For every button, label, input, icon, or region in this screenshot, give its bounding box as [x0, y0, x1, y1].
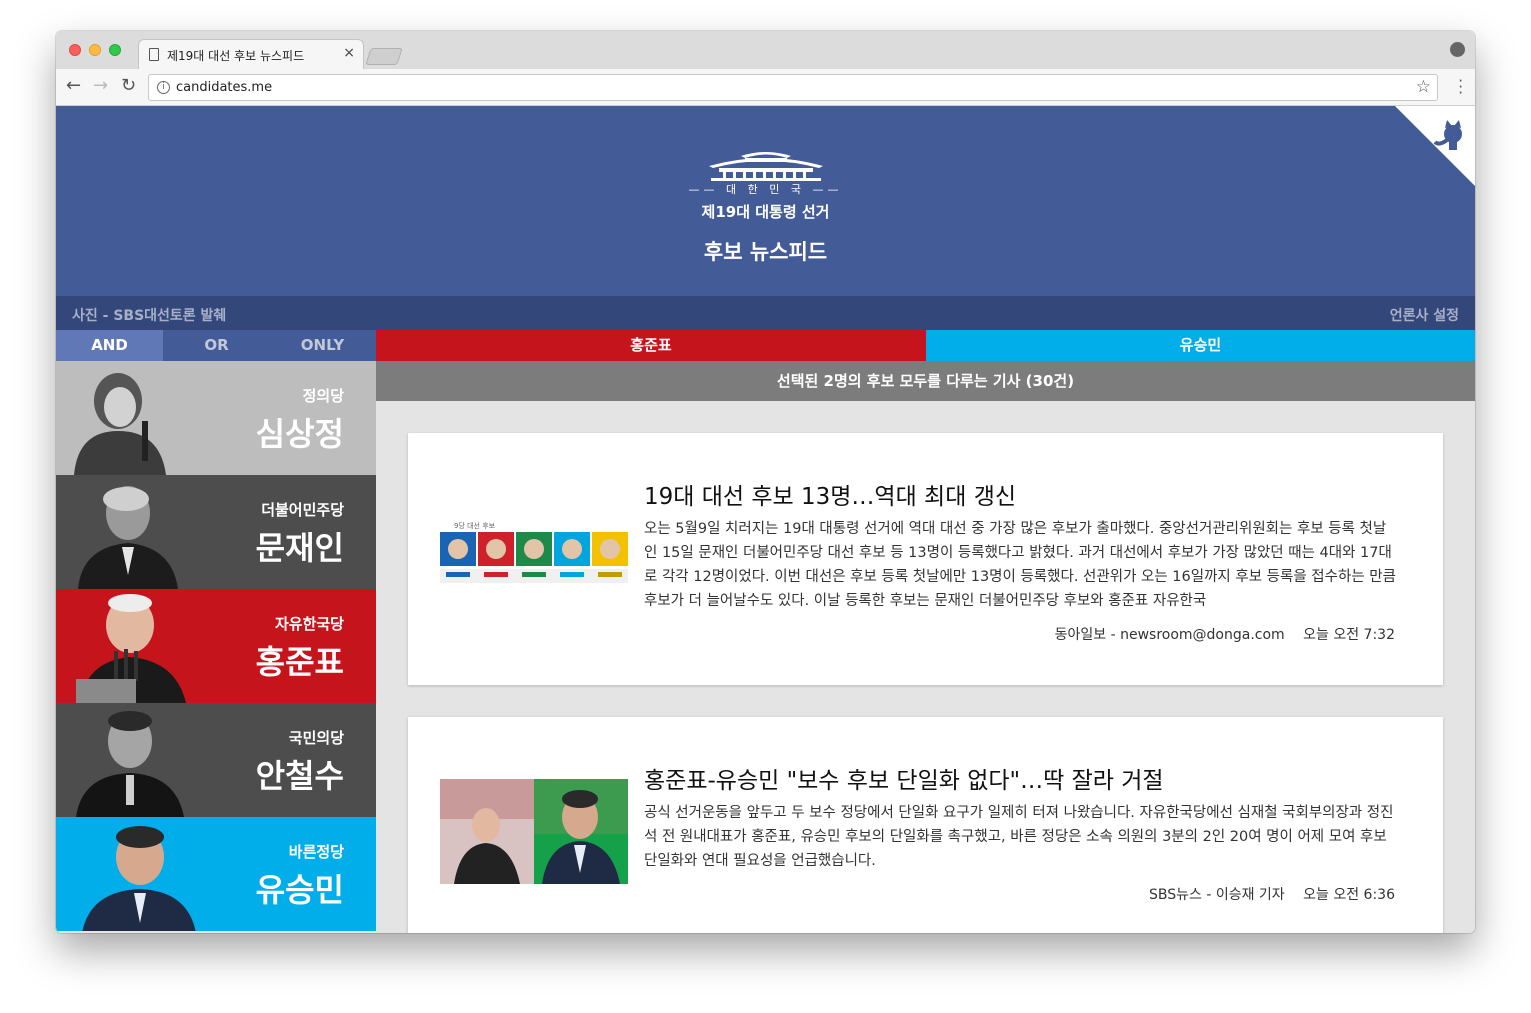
close-window-button[interactable] [69, 44, 81, 56]
sub-bar: 사진 - SBS대선토론 발췌 언론사 설정 [56, 296, 1475, 330]
page-icon [149, 48, 159, 61]
candidate-card-hong[interactable]: 자유한국당 홍준표 [56, 589, 376, 703]
rule-right: —— [804, 183, 843, 196]
candidate-name: 안철수 [255, 757, 344, 795]
article-count-bar: 선택된 2명의 후보 모두를 다루는 기사 (30건) [376, 361, 1475, 401]
blue-house-logo-icon [709, 152, 823, 181]
article-headline[interactable]: 19대 대선 후보 13명…역대 최대 갱신 [644, 477, 1395, 511]
country-text: 대 한 민 국 [726, 183, 805, 196]
rule-left: —— [688, 183, 726, 196]
article-meta: 동아일보 - newsroom@donga.com 오늘 오전 7:32 [1055, 624, 1395, 644]
article-source: SBS뉴스 - 이승재 기자 [1148, 887, 1285, 903]
article-card[interactable]: 9당 대선 후보 19대 대선 후보 13명…역대 최대 갱신 오는 5월9일 … [408, 433, 1443, 685]
candidate-card-moon[interactable]: 더불어민주당 문재인 [56, 475, 376, 589]
minimize-window-button[interactable] [89, 44, 101, 56]
article-source: 동아일보 - newsroom@donga.com [1054, 627, 1285, 643]
article-summary: 오는 5월9일 치러지는 19대 대통령 선거에 역대 대선 중 가장 많은 후… [644, 521, 1396, 609]
article-time: 오늘 오전 6:36 [1303, 887, 1395, 903]
profile-icon[interactable] [1450, 42, 1465, 57]
article-card[interactable]: 홍준표-유승민 "보수 후보 단일화 없다"…딱 잘라 거절 공식 선거운동을 … [408, 717, 1443, 933]
tab-title: 제19대 대선 후보 뉴스피드 [167, 49, 305, 63]
candidate-card-sim[interactable]: 정의당 심상정 [56, 361, 376, 475]
article-thumbnail[interactable] [440, 779, 628, 884]
candidate-name: 문재인 [255, 529, 344, 567]
tab-strip: 제19대 대선 후보 뉴스피드 × [56, 31, 1475, 69]
candidate-name: 유승민 [255, 871, 344, 909]
back-icon[interactable]: ← [66, 77, 81, 95]
mode-selector: AND OR ONLY [56, 330, 376, 361]
mode-or-button[interactable]: OR [163, 330, 270, 361]
photo-credit: 사진 - SBS대선토론 발췌 [72, 308, 227, 324]
selected-candidate-yoo[interactable]: 유승민 [926, 330, 1475, 361]
mode-and-button[interactable]: AND [56, 330, 163, 361]
article-headline[interactable]: 홍준표-유승민 "보수 후보 단일화 없다"…딱 잘라 거절 [644, 761, 1395, 795]
candidate-party: 자유한국당 [274, 615, 344, 633]
article-meta: SBS뉴스 - 이승재 기자 오늘 오전 6:36 [1149, 884, 1395, 904]
candidate-card-yoo[interactable]: 바른정당 유승민 [56, 817, 376, 931]
info-icon[interactable]: i [157, 81, 170, 94]
candidate-party: 정의당 [302, 387, 344, 405]
maximize-window-button[interactable] [109, 44, 121, 56]
page: —— 대 한 민 국 —— 제19대 대통령 선거 후보 뉴스피드 사진 - S… [56, 106, 1475, 933]
forward-icon[interactable]: → [93, 77, 108, 95]
github-corner-icon[interactable] [1395, 106, 1475, 186]
election-title: 제19대 대통령 선거 [701, 203, 830, 221]
candidate-card-ahn[interactable]: 국민의당 안철수 [56, 703, 376, 817]
candidate-party: 바른정당 [288, 843, 344, 861]
candidate-party: 국민의당 [288, 729, 344, 747]
article-thumbnail[interactable]: 9당 대선 후보 [440, 519, 628, 599]
press-settings-link[interactable]: 언론사 설정 [1390, 305, 1459, 325]
article-summary: 공식 선거운동을 앞두고 두 보수 정당에서 단일화 요구가 일제히 터져 나왔… [644, 805, 1394, 869]
reload-icon[interactable]: ↻ [121, 77, 136, 95]
candidate-name: 홍준표 [255, 643, 344, 681]
address-bar[interactable]: i candidates.me ☆ [148, 74, 1438, 101]
tab-close-icon[interactable]: × [343, 45, 355, 61]
new-tab-button[interactable] [365, 48, 403, 65]
browser-window: 제19대 대선 후보 뉴스피드 × ← → ↻ i candidates.me … [56, 31, 1475, 933]
bookmark-star-icon[interactable]: ☆ [1416, 77, 1431, 97]
browser-menu-icon[interactable]: · · · [1458, 74, 1463, 101]
url-text[interactable]: candidates.me [176, 80, 272, 95]
candidate-list: 정의당 심상정 더불어민주당 문재인 자유한국당 홍준표 국민의당 안철수 바른… [56, 361, 376, 933]
selected-candidate-hong[interactable]: 홍준표 [376, 330, 926, 361]
mode-only-button[interactable]: ONLY [269, 330, 376, 361]
article-time: 오늘 오전 7:32 [1303, 627, 1395, 643]
thumbnail-caption: 9당 대선 후보 [454, 521, 496, 530]
candidate-party: 더불어민주당 [261, 501, 344, 519]
browser-toolbar: ← → ↻ i candidates.me ☆ · · · [56, 69, 1475, 106]
page-title: 후보 뉴스피드 [703, 240, 828, 264]
site-header: —— 대 한 민 국 —— 제19대 대통령 선거 후보 뉴스피드 [56, 106, 1475, 296]
country-label: —— 대 한 민 국 —— [56, 181, 1475, 197]
browser-tab[interactable]: 제19대 대선 후보 뉴스피드 × [138, 39, 364, 69]
candidate-name: 심상정 [255, 415, 344, 453]
